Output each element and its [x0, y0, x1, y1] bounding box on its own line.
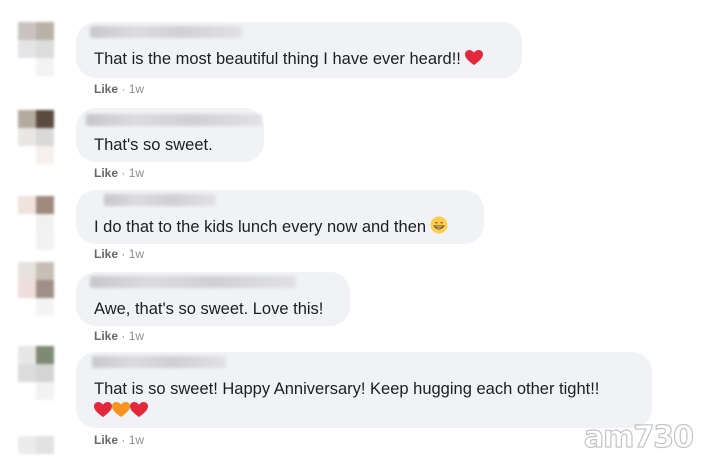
- comment-text: That is the most beautiful thing I have …: [94, 50, 483, 71]
- orange-heart-emoji-icon: [112, 402, 130, 422]
- emoji-row: [94, 402, 148, 423]
- comment-time[interactable]: 1w: [129, 329, 144, 343]
- commenter-name[interactable]: [90, 26, 242, 38]
- separator: ·: [121, 82, 126, 96]
- comment-text: Awe, that's so sweet. Love this!: [94, 300, 324, 318]
- avatar[interactable]: [18, 346, 72, 400]
- comment-time[interactable]: 1w: [129, 433, 144, 447]
- avatar: [18, 436, 72, 467]
- comment-time[interactable]: 1w: [129, 82, 144, 96]
- comment-time[interactable]: 1w: [129, 166, 144, 180]
- separator: ·: [121, 329, 126, 343]
- comment-text: That's so sweet.: [94, 136, 213, 154]
- like-button[interactable]: Like: [94, 247, 118, 261]
- like-button[interactable]: Like: [94, 433, 118, 447]
- avatar[interactable]: [18, 22, 72, 76]
- like-button[interactable]: Like: [94, 166, 118, 180]
- red-heart-emoji-icon: [464, 50, 483, 71]
- like-button[interactable]: Like: [94, 82, 118, 96]
- separator: ·: [121, 166, 126, 180]
- red-heart-emoji-icon: [94, 402, 112, 422]
- commenter-name[interactable]: [86, 114, 262, 126]
- comment-meta: Like · 1w: [94, 82, 144, 96]
- comment-bubble: That's so sweet.: [76, 108, 264, 162]
- comment-text: I do that to the kids lunch every now an…: [94, 216, 448, 239]
- comment-meta: Like · 1w: [94, 166, 144, 180]
- avatar[interactable]: [18, 110, 72, 164]
- red-heart-emoji-icon: [130, 402, 148, 422]
- comment-text: That is so sweet! Happy Anniversary! Kee…: [94, 380, 600, 398]
- avatar[interactable]: [18, 196, 72, 250]
- commenter-name[interactable]: [92, 356, 226, 368]
- comment-bubble: That is the most beautiful thing I have …: [76, 22, 522, 78]
- comment-meta: Like · 1w: [94, 433, 144, 447]
- avatar[interactable]: [18, 262, 72, 316]
- comment-meta: Like · 1w: [94, 329, 144, 343]
- like-button[interactable]: Like: [94, 329, 118, 343]
- separator: ·: [121, 433, 126, 447]
- comment-bubble: I do that to the kids lunch every now an…: [76, 190, 484, 244]
- watermark-logo: am730: [583, 419, 694, 455]
- comment-meta: Like · 1w: [94, 247, 144, 261]
- comment-bubble: That is so sweet! Happy Anniversary! Kee…: [76, 352, 652, 428]
- separator: ·: [121, 247, 126, 261]
- commenter-name[interactable]: [90, 276, 296, 288]
- comment-time[interactable]: 1w: [129, 247, 144, 261]
- grinning-face-emoji-icon: [430, 216, 448, 239]
- commenter-name[interactable]: [104, 194, 216, 206]
- comment-bubble: Awe, that's so sweet. Love this!: [76, 272, 350, 326]
